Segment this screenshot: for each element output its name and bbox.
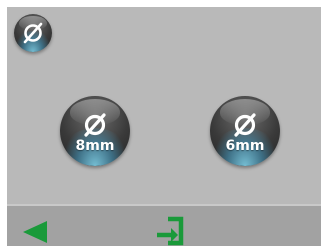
bottom-navigation-bar [7, 204, 321, 246]
main-area: 8mm 6mm [7, 7, 321, 204]
diameter-icon [23, 22, 43, 44]
exit-icon [157, 216, 184, 246]
exit-button[interactable] [154, 214, 188, 246]
back-button[interactable] [21, 220, 51, 244]
diameter-icon [234, 112, 256, 137]
back-arrow-icon [23, 221, 47, 243]
diameter-icon [84, 112, 106, 137]
size-8mm-button[interactable]: 8mm [60, 96, 130, 166]
size-label: 8mm [75, 137, 115, 154]
device-screen: 8mm 6mm [7, 7, 321, 246]
diameter-toggle-button[interactable] [14, 14, 52, 52]
size-6mm-button[interactable]: 6mm [210, 96, 280, 166]
size-label: 6mm [225, 137, 265, 154]
